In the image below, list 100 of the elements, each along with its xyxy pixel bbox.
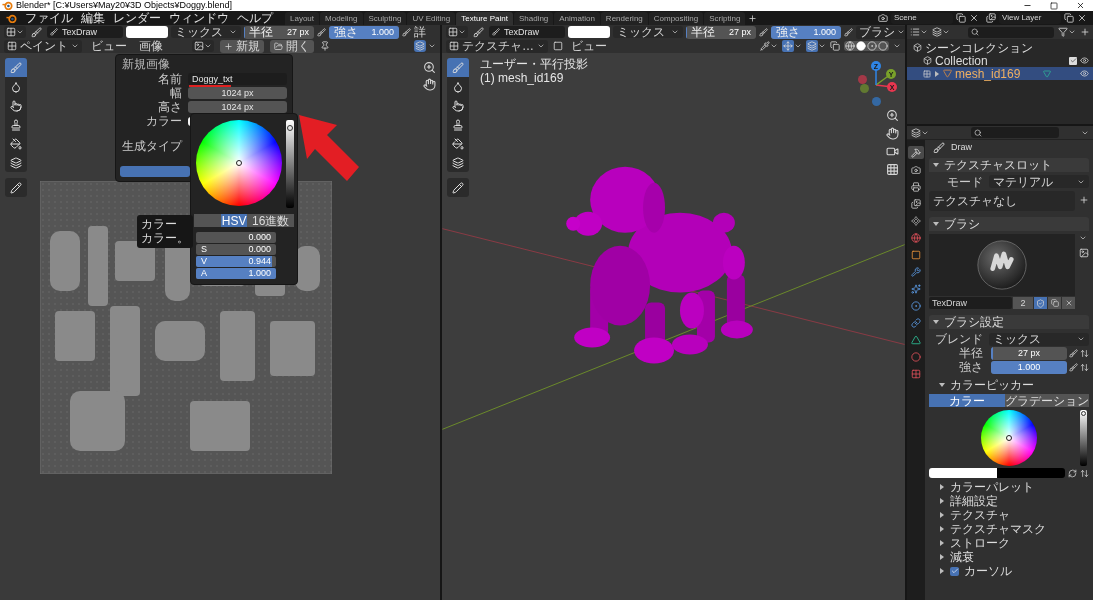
close-icon[interactable] <box>1077 13 1087 23</box>
slider[interactable]: 半径 27 px <box>244 25 314 39</box>
slider[interactable]: 27 px <box>991 346 1067 360</box>
subpanel-header[interactable]: テクスチャ <box>929 508 1089 522</box>
square-icon[interactable] <box>553 41 563 51</box>
mode-dropdown[interactable]: マテリアル <box>989 175 1089 188</box>
pressure-icon[interactable] <box>1069 348 1078 358</box>
color-wheel[interactable] <box>981 410 1037 466</box>
color-swatch[interactable] <box>929 468 997 478</box>
workspace-tab[interactable]: Sculpting <box>363 12 407 25</box>
editor-type-dropdown[interactable] <box>911 127 929 138</box>
brush-name-field[interactable]: TexDraw <box>47 26 123 38</box>
value-slider[interactable]: V 0.944 <box>196 256 276 267</box>
unified-setting-icon[interactable] <box>1080 348 1089 358</box>
xray-icon[interactable] <box>830 41 840 51</box>
zoom-icon[interactable] <box>423 61 436 74</box>
properties-tab[interactable] <box>908 282 924 295</box>
menu-item[interactable]: 画像 <box>136 40 166 52</box>
display-mode-dropdown[interactable] <box>910 27 928 37</box>
pin-icon[interactable] <box>320 41 330 51</box>
properties-tab[interactable] <box>908 231 924 244</box>
menu-item[interactable]: ビュー <box>568 40 610 52</box>
pressure-icon[interactable] <box>759 27 768 37</box>
image-icon[interactable] <box>1079 248 1089 258</box>
copy-icon[interactable] <box>956 13 966 23</box>
gizmo-dropdown[interactable] <box>782 40 802 52</box>
pressure-icon[interactable] <box>402 27 411 37</box>
panel-header[interactable]: テクスチャスロット <box>929 158 1089 172</box>
unified-setting-icon[interactable] <box>1080 362 1089 372</box>
tool-button[interactable] <box>5 178 27 197</box>
workspace-tab[interactable]: Modeling <box>320 12 363 25</box>
properties-tab[interactable] <box>908 197 924 210</box>
menu-item[interactable]: ファイル <box>25 12 73 24</box>
maximize-icon[interactable] <box>1050 1 1058 10</box>
subpanel-header[interactable]: カラーピッカー <box>929 378 1089 392</box>
checkbox[interactable] <box>1069 56 1077 65</box>
new-button[interactable]: 新規 <box>220 39 264 53</box>
hand-icon[interactable] <box>423 78 436 91</box>
pressure-icon[interactable] <box>317 27 326 37</box>
hand-icon[interactable] <box>886 127 899 140</box>
view-layer-field[interactable]: View Layer <box>999 12 1061 24</box>
brush-icon[interactable] <box>31 26 42 38</box>
properties-tab[interactable] <box>908 180 924 193</box>
properties-tab[interactable] <box>908 146 924 159</box>
slider[interactable]: 半径 27 px <box>686 25 756 39</box>
shading-buttons[interactable] <box>844 41 889 51</box>
scene-field[interactable]: Scene <box>891 12 953 24</box>
duplicate-button[interactable] <box>1048 297 1061 309</box>
blend-dropdown[interactable]: ミックス <box>171 26 241 38</box>
subpanel-header[interactable]: 詳細設定 <box>929 494 1089 508</box>
pressure-icon[interactable] <box>844 27 853 37</box>
brush-menu[interactable]: ブラシ <box>856 25 905 39</box>
panel-header[interactable]: ブラシ設定 <box>929 315 1089 329</box>
copy-icon[interactable] <box>1064 13 1074 23</box>
tool-button[interactable] <box>5 153 27 172</box>
slider[interactable]: 強さ 1.000 <box>329 25 399 39</box>
properties-tab[interactable] <box>908 333 924 346</box>
close-icon[interactable] <box>969 13 979 23</box>
mode-dropdown[interactable] <box>446 26 468 38</box>
workspace-tab[interactable]: Rendering <box>600 12 648 25</box>
user-count[interactable]: 2 <box>1013 297 1033 309</box>
open-button[interactable]: 開く <box>270 39 314 53</box>
workspace-tab[interactable]: Scripting <box>704 12 746 25</box>
tool-button[interactable] <box>5 77 27 96</box>
overlay-dropdown[interactable] <box>806 40 826 52</box>
number-field[interactable]: 1024 px <box>188 87 287 99</box>
grid-icon[interactable] <box>886 163 899 176</box>
mode-dropdown[interactable]: ペイント <box>4 39 82 53</box>
properties-tab[interactable] <box>908 163 924 176</box>
brush-name-field[interactable]: TexDraw <box>929 297 1012 309</box>
blend-dropdown[interactable]: ミックス <box>613 26 683 38</box>
unified-setting-icon[interactable] <box>1080 468 1089 478</box>
mode-tab[interactable]: 16進数 <box>247 214 294 227</box>
add-workspace-icon[interactable] <box>748 13 758 23</box>
slider[interactable]: 強さ 1.000 <box>771 25 841 39</box>
outliner-row[interactable]: シーンコレクション <box>907 41 1093 54</box>
brush-icon[interactable] <box>473 26 484 38</box>
subpanel-header[interactable]: テクスチャマスク <box>929 522 1089 536</box>
brush-name-field[interactable]: TexDraw <box>489 26 565 38</box>
camera-icon[interactable] <box>886 145 899 158</box>
overlay-dropdown[interactable] <box>414 40 436 52</box>
mode-dropdown[interactable]: テクスチャ… <box>446 39 548 53</box>
color-swatch[interactable] <box>997 468 1065 478</box>
menu-item[interactable]: ウィンドウ <box>169 12 229 24</box>
subpanel-header[interactable]: 減衰 <box>929 550 1089 564</box>
name-field[interactable]: Doggy_txt <box>188 73 287 85</box>
menu-item[interactable]: レンダー <box>113 12 161 24</box>
workspace-tab[interactable]: Shading <box>513 12 554 25</box>
close-icon[interactable] <box>1076 1 1085 10</box>
swap-icon[interactable] <box>1068 468 1077 478</box>
zoom-icon[interactable] <box>886 109 899 122</box>
new-collection-icon[interactable] <box>1080 27 1090 37</box>
tool-button[interactable] <box>447 77 469 96</box>
picker-tab[interactable]: カラー <box>929 394 1005 407</box>
number-field[interactable]: 1024 px <box>188 101 287 113</box>
filter-dropdown[interactable] <box>932 27 950 37</box>
search-field[interactable] <box>968 26 1054 38</box>
tool-button[interactable] <box>447 153 469 172</box>
value-slider[interactable]: A 1.000 <box>196 268 276 279</box>
color-swatch[interactable] <box>568 26 610 38</box>
